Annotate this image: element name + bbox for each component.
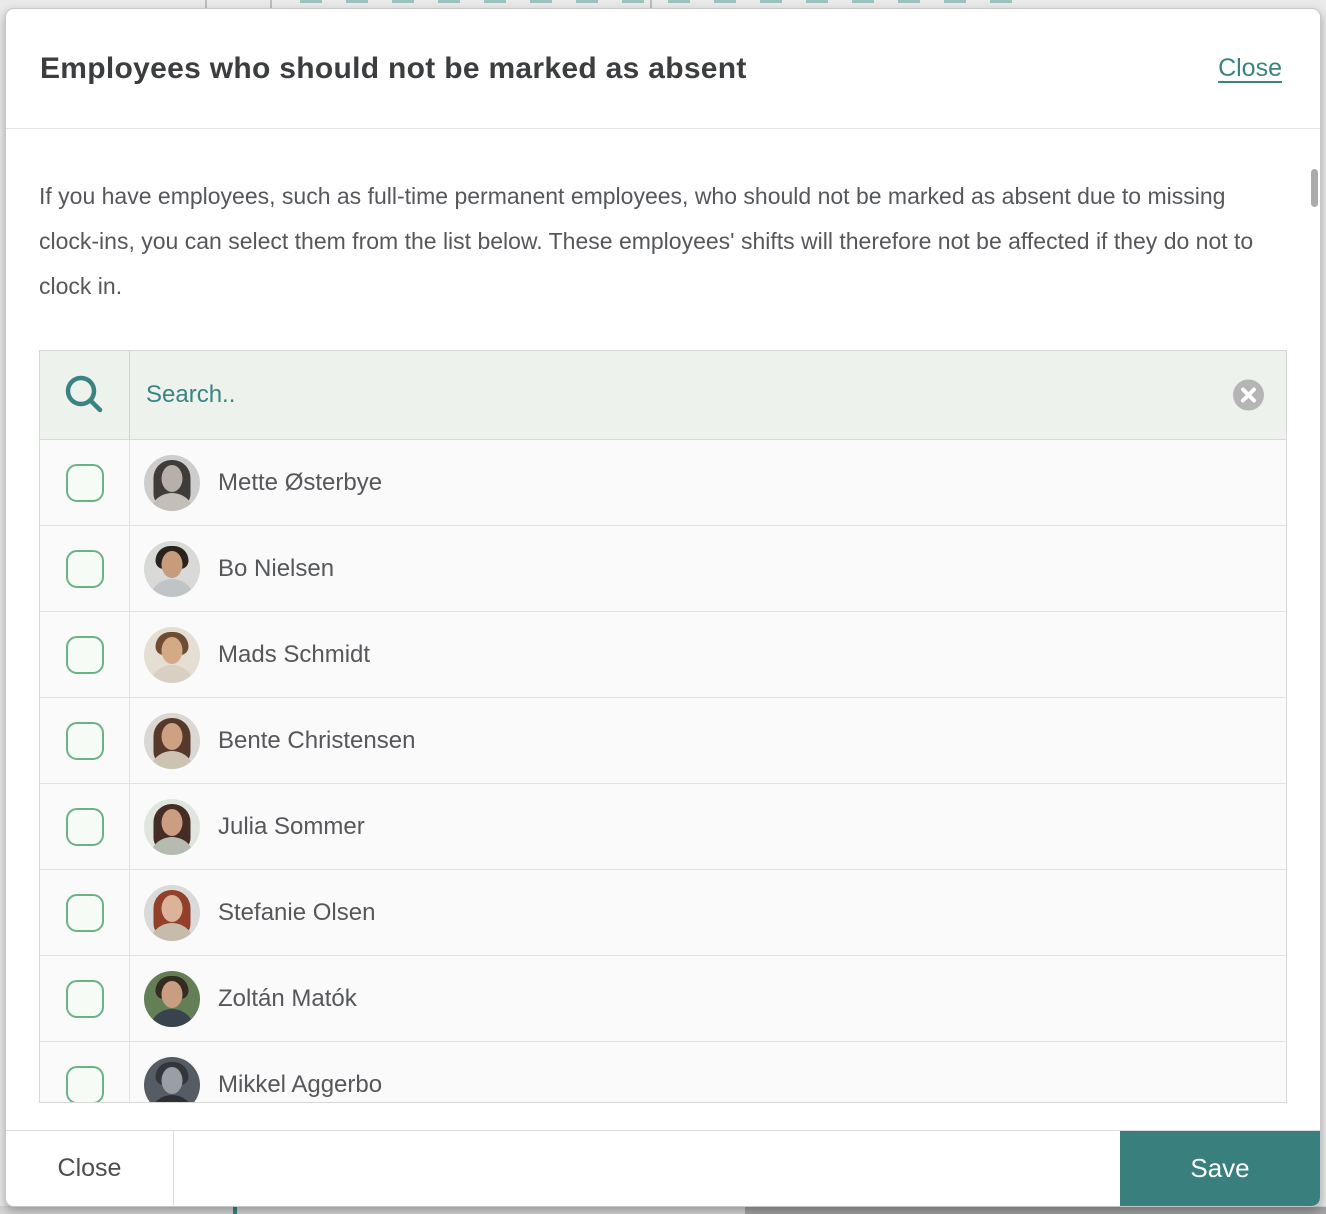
employee-avatar [144, 455, 200, 511]
horizontal-scrollbar[interactable] [745, 1207, 1326, 1214]
checkbox-cell[interactable] [40, 698, 130, 783]
employee-row: Zoltán Matók [40, 956, 1286, 1042]
search-input-cell [130, 351, 1286, 439]
employee-avatar [144, 971, 200, 1027]
employee-checkbox[interactable] [66, 894, 104, 932]
search-input[interactable] [146, 381, 1149, 409]
employee-checkbox[interactable] [66, 722, 104, 760]
checkbox-cell[interactable] [40, 440, 130, 525]
employee-avatar [144, 541, 200, 597]
employee-name: Bente Christensen [218, 727, 415, 755]
save-button[interactable]: Save [1120, 1131, 1320, 1206]
employee-name: Mikkel Aggerbo [218, 1071, 382, 1099]
employee-row: Bo Nielsen [40, 526, 1286, 612]
modal-scrollbar-thumb[interactable] [1311, 169, 1318, 207]
employee-avatar [144, 885, 200, 941]
footer-spacer [174, 1131, 1120, 1206]
employee-checkbox[interactable] [66, 980, 104, 1018]
employee-avatar [144, 1057, 200, 1104]
background-gridline [650, 0, 652, 8]
modal-title: Employees who should not be marked as ab… [40, 52, 747, 86]
background-accent-mark [233, 1206, 237, 1214]
employee-info: Stefanie Olsen [130, 870, 1286, 955]
search-icon [62, 372, 108, 418]
employee-row: Bente Christensen [40, 698, 1286, 784]
employee-avatar [144, 713, 200, 769]
checkbox-cell[interactable] [40, 526, 130, 611]
footer-close-button[interactable]: Close [6, 1131, 174, 1206]
employee-checkbox[interactable] [66, 1066, 104, 1104]
checkbox-cell[interactable] [40, 612, 130, 697]
employee-checkbox[interactable] [66, 550, 104, 588]
employee-checkbox[interactable] [66, 636, 104, 674]
background-gridline [205, 0, 207, 8]
clear-search-button[interactable] [1233, 380, 1264, 411]
employee-info: Mads Schmidt [130, 612, 1286, 697]
background-gridline [270, 0, 272, 8]
employee-info: Mikkel Aggerbo [130, 1042, 1286, 1103]
employee-name: Zoltán Matók [218, 985, 357, 1013]
background-schedule-cells [300, 0, 1012, 3]
employee-info: Bente Christensen [130, 698, 1286, 783]
search-icon-cell [40, 351, 130, 439]
employee-row: Stefanie Olsen [40, 870, 1286, 956]
checkbox-cell[interactable] [40, 1042, 130, 1103]
employee-avatar [144, 627, 200, 683]
employee-name: Julia Sommer [218, 813, 365, 841]
checkbox-cell[interactable] [40, 784, 130, 869]
employee-row: Mette Østerbye [40, 440, 1286, 526]
employee-name: Stefanie Olsen [218, 899, 375, 927]
employee-row: Mads Schmidt [40, 612, 1286, 698]
employee-name: Bo Nielsen [218, 555, 334, 583]
checkbox-cell[interactable] [40, 956, 130, 1041]
employee-name: Mette Østerbye [218, 469, 382, 497]
modal-description: If you have employees, such as full-time… [39, 174, 1274, 309]
modal-close-link[interactable]: Close [1218, 54, 1282, 83]
employee-info: Mette Østerbye [130, 440, 1286, 525]
page-background-bottom [0, 1206, 1326, 1214]
employee-info: Julia Sommer [130, 784, 1286, 869]
modal-footer: Close Save [6, 1130, 1320, 1206]
employee-checkbox[interactable] [66, 464, 104, 502]
employee-row: Julia Sommer [40, 784, 1286, 870]
employee-info: Zoltán Matók [130, 956, 1286, 1041]
checkbox-cell[interactable] [40, 870, 130, 955]
employee-list: Mette Østerbye Bo Nielsen [39, 350, 1287, 1103]
employee-checkbox[interactable] [66, 808, 104, 846]
modal-header: Employees who should not be marked as ab… [6, 9, 1320, 129]
employee-info: Bo Nielsen [130, 526, 1286, 611]
employee-avatar [144, 799, 200, 855]
search-bar [40, 351, 1286, 440]
employee-row: Mikkel Aggerbo [40, 1042, 1286, 1103]
modal-body: If you have employees, such as full-time… [6, 129, 1320, 1103]
absent-exceptions-modal: Employees who should not be marked as ab… [5, 8, 1321, 1207]
circle-x-icon [1233, 380, 1264, 411]
employee-name: Mads Schmidt [218, 641, 370, 669]
